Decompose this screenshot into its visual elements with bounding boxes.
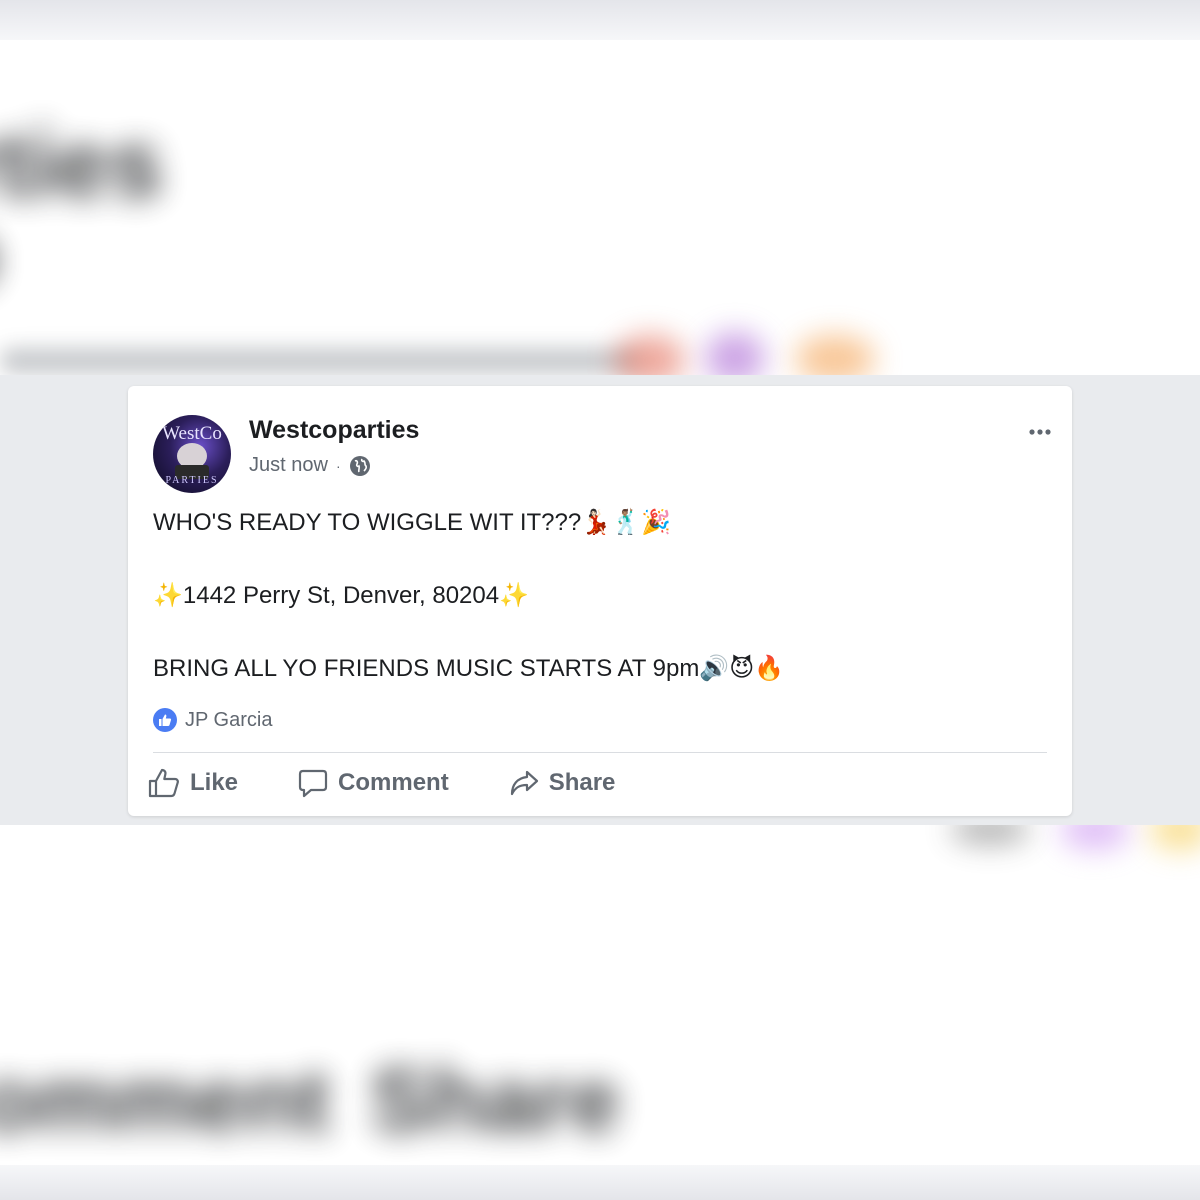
share-label: Share — [548, 769, 616, 796]
post-card: WestCo PARTIES Westcoparties Just now · … — [128, 386, 1072, 816]
comment-icon — [298, 769, 328, 798]
reaction-names: JP Garcia — [185, 708, 273, 731]
like-reaction-icon — [153, 708, 177, 732]
globe-icon — [349, 455, 371, 477]
avatar-logo-text: WestCo — [162, 423, 222, 444]
background-bottom-strip — [0, 1165, 1200, 1200]
more-options-icon[interactable] — [1026, 422, 1054, 442]
comment-label: Comment — [338, 769, 449, 796]
page-name-link[interactable]: Westcoparties — [249, 416, 419, 445]
post-text-line: BRING ALL YO FRIENDS MUSIC STARTS AT 9pm… — [153, 655, 785, 682]
background-blurred-text: omment — [0, 1051, 331, 1151]
like-button[interactable]: Like — [148, 768, 238, 798]
post-actions: Like Comment Share — [148, 768, 615, 798]
background-blurred-text: Share — [370, 1051, 621, 1151]
post-text-line: WHO'S READY TO WIGGLE WIT IT???💃🏻🕺🏽🎉 — [153, 509, 671, 536]
background-blurred-text: rties — [0, 111, 163, 218]
post-meta: Just now · — [249, 454, 371, 477]
avatar-logo-subtext: PARTIES — [165, 475, 219, 486]
like-label: Like — [190, 769, 239, 796]
share-icon — [510, 770, 538, 796]
divider — [153, 752, 1047, 753]
comment-button[interactable]: Comment — [298, 768, 449, 798]
background-blurred-line — [0, 348, 640, 374]
post-timestamp[interactable]: Just now — [249, 454, 328, 477]
thumbs-up-icon — [148, 768, 179, 798]
post-text-line: ✨1442 Perry St, Denver, 80204✨ — [153, 582, 529, 609]
background-top-strip — [0, 0, 1200, 40]
share-button[interactable]: Share — [509, 768, 616, 798]
reactions-summary[interactable]: JP Garcia — [153, 708, 272, 732]
meta-separator: · — [335, 457, 341, 474]
avatar[interactable]: WestCo PARTIES — [153, 415, 231, 493]
